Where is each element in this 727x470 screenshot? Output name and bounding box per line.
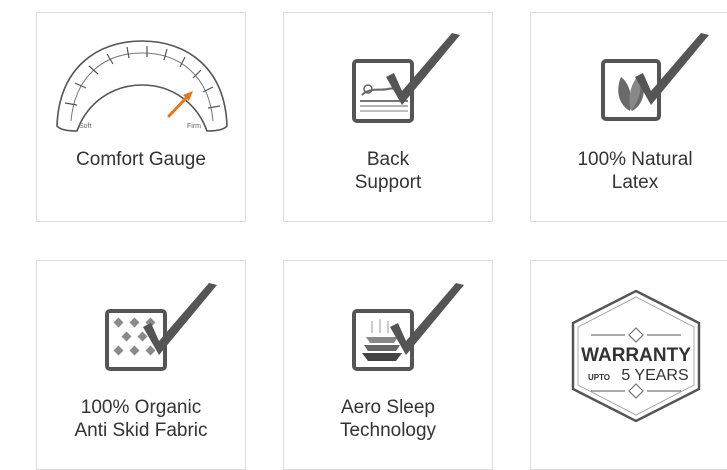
feature-label-line: Back — [366, 149, 410, 170]
anti-skid-fabric-icon — [105, 283, 217, 371]
feature-label: Comfort Gauge — [37, 148, 245, 171]
feature-label: Back Support — [284, 148, 492, 194]
comfort-gauge-icon: Soft Firm — [56, 40, 228, 132]
feature-label: 100% Organic Anti Skid Fabric — [37, 396, 245, 442]
feature-label-line: Anti Skid Fabric — [74, 420, 208, 441]
feature-label: Aero Sleep Technology — [284, 396, 492, 442]
feature-label-line: Support — [354, 172, 422, 193]
gauge-firm-label: Firm — [187, 123, 201, 130]
feature-label: 100% Natural Latex — [531, 148, 727, 194]
feature-card-comfort-gauge: Soft Firm Comfort Gauge — [36, 12, 246, 222]
feature-card-natural-latex: 100% Natural Latex — [530, 12, 727, 222]
feature-card-aero-sleep: Aero Sleep Technology — [283, 260, 493, 470]
badge-years: 5 YEARS — [621, 367, 688, 384]
feature-card-warranty: WARRANTY UPTO 5 YEARS — [530, 260, 727, 470]
warranty-badge-icon: WARRANTY UPTO 5 YEARS — [571, 289, 701, 423]
aero-sleep-icon — [352, 283, 464, 371]
feature-label-line: 100% Organic — [80, 397, 202, 418]
natural-latex-icon — [601, 33, 709, 121]
gauge-soft-label: Soft — [79, 123, 92, 130]
badge-word: WARRANTY — [581, 345, 691, 366]
feature-label-line: Comfort Gauge — [76, 149, 206, 170]
feature-label-line: Technology — [339, 420, 437, 441]
feature-card-anti-skid-fabric: 100% Organic Anti Skid Fabric — [36, 260, 246, 470]
feature-card-back-support: Back Support — [283, 12, 493, 222]
feature-label-line: 100% Natural — [577, 149, 693, 170]
feature-label-line: Latex — [611, 172, 659, 193]
back-support-icon — [352, 33, 460, 123]
badge-upto: UPTO — [588, 373, 610, 382]
feature-label-line: Aero Sleep — [340, 397, 435, 418]
